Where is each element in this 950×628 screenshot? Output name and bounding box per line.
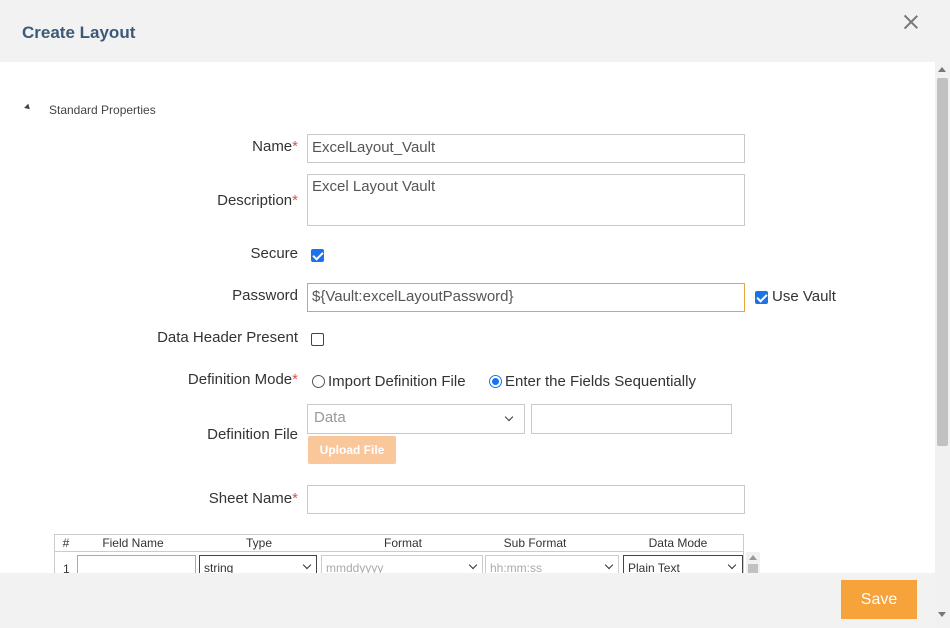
collapse-triangle-icon[interactable]	[24, 103, 32, 112]
grid-header-field-name: Field Name	[102, 536, 164, 550]
use-vault-label: Use Vault	[772, 288, 836, 305]
row-number: 1	[63, 562, 70, 573]
scroll-up-icon[interactable]	[938, 67, 946, 72]
password-label: Password	[232, 287, 298, 304]
name-input[interactable]: ExcelLayout_Vault	[307, 134, 745, 163]
import-definition-radio[interactable]	[312, 375, 325, 388]
dialog-scrollbar[interactable]	[935, 62, 950, 628]
definition-file-label: Definition File	[207, 426, 298, 443]
import-definition-label: Import Definition File	[328, 373, 466, 390]
enter-sequential-radio[interactable]	[489, 375, 502, 388]
enter-sequential-label: Enter the Fields Sequentially	[505, 373, 696, 390]
data-mode-select[interactable]: Plain Text	[623, 555, 743, 573]
use-vault-checkbox[interactable]	[755, 291, 768, 304]
fields-grid: # Field Name Type Format Sub Format Data…	[54, 534, 744, 573]
definition-mode-label: Definition Mode*	[187, 371, 298, 388]
grid-header-type: Type	[245, 536, 272, 550]
definition-file-select-value: Data	[314, 409, 346, 426]
dialog-body: Standard Properties Name* ExcelLayout_Va…	[0, 62, 935, 573]
field-name-input[interactable]	[77, 555, 196, 573]
secure-checkbox[interactable]	[311, 249, 324, 262]
sheet-name-label: Sheet Name*	[208, 490, 298, 507]
data-mode-select-value: Plain Text	[628, 561, 680, 573]
description-label: Description*	[217, 192, 298, 209]
type-select[interactable]: string	[199, 555, 317, 573]
dialog-title: Create Layout	[22, 23, 136, 42]
grid-scrollbar[interactable]	[746, 552, 760, 573]
format-select-value: mmddyyyy	[326, 561, 384, 573]
chevron-down-icon	[504, 412, 514, 422]
table-row: 1 string mmddyyyy hh:mm:ss Plain Text	[55, 552, 743, 573]
dialog-header: Create Layout	[0, 0, 950, 62]
grid-header-format: Format	[383, 536, 422, 550]
close-icon[interactable]	[902, 13, 920, 31]
grid-scroll-thumb[interactable]	[748, 564, 758, 573]
grid-header-num: #	[62, 536, 70, 550]
grid-header-sub-format: Sub Format	[503, 536, 567, 550]
scroll-up-icon[interactable]	[749, 555, 757, 560]
definition-file-select[interactable]: Data	[307, 404, 525, 434]
sub-format-select-value: hh:mm:ss	[490, 561, 543, 573]
sheet-name-input[interactable]	[307, 485, 745, 514]
format-select[interactable]: mmddyyyy	[321, 555, 483, 573]
name-label: Name*	[252, 138, 298, 155]
data-header-label: Data Header Present	[157, 329, 298, 346]
scroll-thumb[interactable]	[937, 78, 948, 446]
save-button[interactable]: Save	[841, 580, 917, 619]
section-title[interactable]: Standard Properties	[49, 103, 156, 117]
sub-format-select[interactable]: hh:mm:ss	[485, 555, 619, 573]
definition-file-path-input[interactable]	[531, 404, 732, 434]
secure-label: Secure	[250, 245, 298, 262]
dialog-footer: Save	[0, 573, 935, 628]
password-input[interactable]: ${Vault:excelLayoutPassword}	[307, 283, 745, 312]
grid-header-data-mode: Data Mode	[648, 536, 708, 550]
data-header-checkbox[interactable]	[311, 333, 324, 346]
grid-header: # Field Name Type Format Sub Format Data…	[55, 535, 743, 552]
upload-file-button[interactable]: Upload File	[308, 436, 396, 464]
description-textarea[interactable]: Excel Layout Vault	[307, 174, 745, 226]
type-select-value: string	[204, 561, 234, 573]
scroll-down-icon[interactable]	[938, 612, 946, 617]
